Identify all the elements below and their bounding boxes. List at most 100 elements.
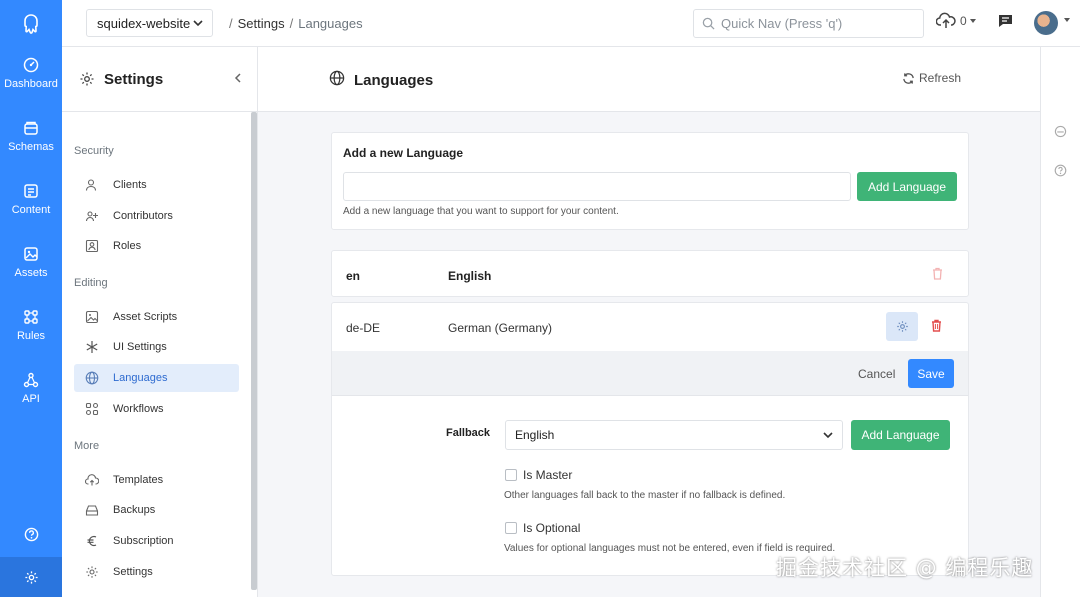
sidebar-item-label: Contributors — [113, 210, 173, 222]
sidebar-item-languages[interactable]: Languages — [74, 364, 239, 392]
fallback-label: Fallback — [446, 427, 491, 439]
is-optional-checkbox[interactable]: Is Optional — [505, 521, 580, 535]
language-edit-toolbar: Cancel Save — [332, 351, 968, 396]
group-label-editing: Editing — [74, 277, 108, 289]
trash-icon[interactable] — [931, 319, 942, 332]
sidebar-item-label: Roles — [113, 240, 142, 252]
top-actions: 0 — [936, 12, 1014, 29]
sidebar-item-backups[interactable]: Backups — [74, 496, 239, 524]
gear-icon — [80, 72, 94, 86]
sidebar-item-label: Asset Scripts — [113, 311, 178, 323]
language-settings-button[interactable] — [886, 312, 918, 341]
notifications-chat-icon[interactable] — [997, 13, 1014, 29]
nav-schemas[interactable]: Schemas — [0, 120, 62, 180]
squidex-logo-icon[interactable] — [0, 0, 62, 47]
breadcrumb: / Settings / Languages — [224, 16, 363, 31]
checkbox-box[interactable] — [505, 522, 517, 534]
add-fallback-language-button[interactable]: Add Language — [851, 420, 950, 450]
is-master-checkbox[interactable]: Is Master — [505, 468, 572, 482]
nav-settings[interactable] — [0, 557, 62, 597]
profile-menu-caret-icon[interactable] — [1064, 18, 1070, 22]
watermark-text: 掘金技术社区 @ 编程乐趣 — [776, 556, 1034, 580]
upload-cloud-icon[interactable] — [936, 12, 956, 29]
add-language-label: Add a new Language — [343, 146, 464, 160]
chevron-down-icon — [193, 20, 203, 27]
nav-api[interactable]: API — [0, 372, 62, 432]
workflows-icon — [85, 402, 99, 416]
settings-gear-icon — [24, 570, 38, 584]
nav-schemas-label: Schemas — [8, 141, 54, 153]
sidebar-item-asset-scripts[interactable]: Asset Scripts — [74, 303, 239, 331]
sidebar-scrollbar[interactable] — [251, 112, 257, 590]
top-bar: squidex-website / Settings / Languages Quic… — [62, 0, 1080, 47]
nav-assets-label: Assets — [14, 267, 48, 279]
nav-api-label: API — [22, 393, 40, 405]
api-icon — [23, 372, 39, 388]
breadcrumb-separator: / — [289, 16, 294, 31]
add-language-card: Add a new Language Add Language Add a ne… — [331, 132, 969, 230]
save-button[interactable]: Save — [908, 359, 954, 388]
fallback-selected-value: English — [515, 428, 555, 442]
schemas-icon — [24, 121, 38, 135]
chevron-down-icon — [823, 432, 833, 439]
sidebar-item-clients[interactable]: Clients — [74, 171, 239, 199]
nav-dashboard[interactable]: Dashboard — [0, 57, 62, 117]
help-icon[interactable] — [1054, 164, 1067, 177]
content-header: Languages Refresh — [258, 47, 1040, 112]
breadcrumb-settings[interactable]: Settings — [238, 16, 285, 31]
nav-rules-label: Rules — [16, 330, 46, 342]
upload-caret-icon[interactable] — [969, 18, 976, 23]
app-selector[interactable]: squidex-website — [86, 9, 213, 37]
add-language-input[interactable] — [343, 172, 851, 201]
page-title: Languages — [354, 72, 434, 89]
sidebar-item-label: UI Settings — [113, 341, 167, 353]
language-code: en — [346, 269, 361, 283]
language-row-en: en English — [331, 250, 969, 297]
sidebar-item-workflows[interactable]: Workflows — [74, 395, 239, 423]
app-name: squidex-website — [97, 15, 191, 31]
contributors-icon — [85, 211, 98, 222]
refresh-button[interactable]: Refresh — [902, 71, 961, 85]
sidebar-item-templates[interactable]: Templates — [74, 466, 239, 494]
assets-icon — [24, 247, 38, 261]
sidebar-item-ui-settings[interactable]: UI Settings — [74, 333, 239, 361]
language-name: English — [448, 269, 492, 283]
sidebar-item-subscription[interactable]: Subscription — [74, 527, 239, 555]
cancel-button[interactable]: Cancel — [858, 367, 895, 381]
nav-content[interactable]: Content — [0, 183, 62, 243]
nav-assets[interactable]: Assets — [0, 246, 62, 306]
sidebar-item-label: Subscription — [113, 535, 174, 547]
breadcrumb-separator: / — [229, 16, 233, 31]
group-label-more: More — [74, 440, 100, 452]
fallback-select[interactable]: English — [505, 420, 843, 450]
checkbox-box[interactable] — [505, 469, 517, 481]
backups-icon — [85, 505, 99, 516]
history-icon[interactable] — [1054, 125, 1067, 138]
right-panel-rail — [1040, 47, 1080, 597]
refresh-icon — [903, 72, 914, 84]
roles-icon — [85, 239, 99, 253]
nav-rules[interactable]: Rules — [0, 309, 62, 369]
language-name: German (Germany) — [448, 321, 553, 335]
gear-icon — [86, 566, 98, 578]
settings-sidebar: Settings Security Clients Contributors R… — [62, 47, 258, 597]
sidebar-item-contributors[interactable]: Contributors — [74, 202, 239, 230]
add-language-hint: Add a new language that you want to supp… — [343, 206, 619, 217]
sidebar-item-settings[interactable]: Settings — [74, 558, 239, 586]
rules-icon — [24, 310, 38, 324]
help-button[interactable] — [0, 515, 62, 553]
refresh-label: Refresh — [919, 71, 962, 85]
trash-icon — [933, 267, 942, 280]
quick-nav-input[interactable]: Quick Nav (Press 'q') — [693, 9, 924, 38]
sidebar-item-label: Clients — [113, 179, 147, 191]
content-icon — [24, 184, 38, 198]
is-master-label: Is Master — [523, 468, 573, 482]
upload-count: 0 — [960, 13, 967, 28]
globe-icon — [85, 371, 99, 385]
add-language-button[interactable]: Add Language — [857, 172, 957, 201]
avatar[interactable] — [1034, 11, 1058, 35]
nav-dashboard-label: Dashboard — [4, 78, 58, 90]
chevron-left-icon[interactable] — [234, 73, 242, 83]
sidebar-item-roles[interactable]: Roles — [74, 232, 239, 260]
breadcrumb-current: Languages — [298, 16, 363, 31]
